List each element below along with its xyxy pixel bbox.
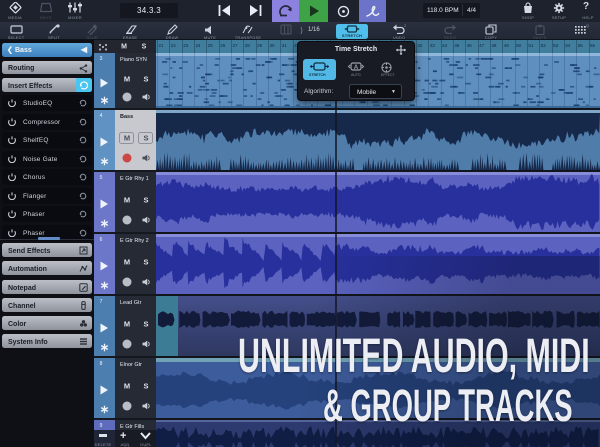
- svg-text:A: A: [354, 65, 359, 71]
